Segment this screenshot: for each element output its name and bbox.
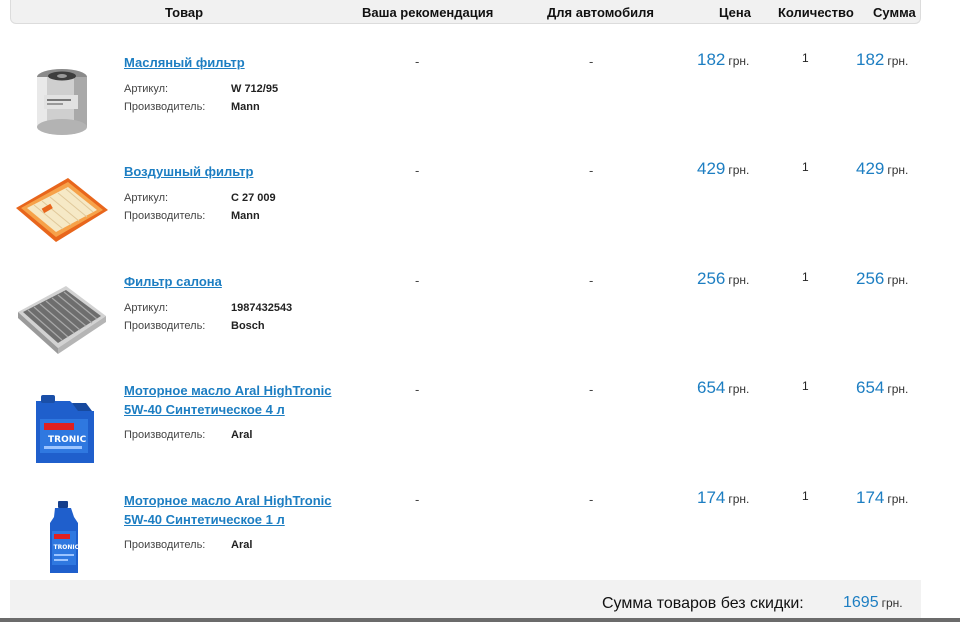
product-link[interactable]: Воздушный фильтр [124,162,354,181]
article-value: C 27 009 [231,192,276,204]
total-label: Сумма товаров без скидки: [602,595,804,612]
header-quantity: Количество [778,5,854,20]
recommendation-value: - [415,163,420,178]
sum-value: 182 [856,50,885,69]
recommendation-value: - [415,382,420,397]
manufacturer-label: Производитель: [124,320,206,332]
recommendation-value: - [415,273,420,288]
article-value: 1987432543 [231,302,293,314]
svg-text:TRONIC: TRONIC [54,544,80,551]
quantity-value: 1 [802,270,809,284]
article-label: Артикул: [124,192,169,204]
manufacturer-value: Mann [231,101,260,113]
currency: грн. [728,163,750,177]
currency: грн. [728,382,750,396]
recommendation-value: - [415,492,420,507]
svg-text:TRONIC: TRONIC [48,435,87,445]
price-value: 174 [697,488,726,507]
cabin-filter-icon [18,286,106,354]
price: 654 грн. [697,378,749,398]
currency: грн. [887,273,909,287]
header-for-car: Для автомобиля [547,5,654,20]
sum: 429 грн. [856,159,908,179]
header-sum: Сумма [873,5,916,20]
sum: 256 грн. [856,269,908,289]
currency: грн. [728,273,750,287]
article-label: Артикул: [124,83,169,95]
for-car-value: - [589,382,594,397]
price: 174 грн. [697,488,749,508]
recommendation-value: - [415,54,420,69]
for-car-value: - [589,492,594,507]
manufacturer-label: Производитель: [124,539,206,551]
sum-value: 174 [856,488,885,507]
air-filter-icon [16,178,108,242]
table-header: Товар Ваша рекомендация Для автомобиля Ц… [10,0,921,24]
product-link[interactable]: Моторное масло Aral HighTronic 5W-40 Син… [124,381,354,419]
currency: грн. [887,163,909,177]
article-label: Артикул: [124,302,169,314]
price: 429 грн. [697,159,749,179]
table-row: Воздушный фильтр Артикул: C 27 009 Произ… [0,159,960,271]
manufacturer-label: Производитель: [124,429,206,441]
product-link[interactable]: Масляный фильтр [124,53,354,72]
price-value: 654 [697,378,726,397]
quantity-value: 1 [802,379,809,393]
header-product: Товар [165,5,204,20]
article-value: W 712/95 [231,83,279,95]
total-value: 1695 [843,594,879,611]
sum-value: 429 [856,159,885,178]
price: 256 грн. [697,269,749,289]
price: 182 грн. [697,50,749,70]
currency: грн. [887,492,909,506]
table-row: Масляный фильтр Артикул: W 712/95 Произв… [0,50,960,162]
for-car-value: - [589,273,594,288]
oil-filter-icon [37,69,87,135]
price-value: 429 [697,159,726,178]
currency: грн. [728,492,750,506]
table-row: Фильтр салона Артикул: 1987432543 Произв… [0,269,960,381]
header-recommendation: Ваша рекомендация [362,5,494,20]
currency: грн. [881,596,903,610]
sum-value: 256 [856,269,885,288]
manufacturer-value: Aral [231,429,253,441]
sum: 182 грн. [856,50,908,70]
product-link[interactable]: Фильтр салона [124,272,354,291]
quantity-value: 1 [802,51,809,65]
product-link[interactable]: Моторное масло Aral HighTronic 5W-40 Син… [124,491,354,529]
total: 1695 грн. [843,594,903,612]
manufacturer-label: Производитель: [124,210,206,222]
divider [0,618,960,622]
sum: 654 грн. [856,378,908,398]
quantity-value: 1 [802,489,809,503]
price-value: 182 [697,50,726,69]
oil-canister-4l-icon: TRONIC [36,395,94,463]
for-car-value: - [589,163,594,178]
table-row: TRONIC Моторное масло Aral HighTronic 5W… [0,378,960,490]
manufacturer-value: Bosch [231,320,265,332]
oil-bottle-1l-icon: TRONIC [50,501,80,573]
price-value: 256 [697,269,726,288]
currency: грн. [728,54,750,68]
manufacturer-label: Производитель: [124,101,206,113]
sum-value: 654 [856,378,885,397]
header-price: Цена [719,5,751,20]
sum: 174 грн. [856,488,908,508]
totals-bar: Сумма товаров без скидки: 1695 грн. [10,580,921,622]
manufacturer-value: Aral [231,539,253,551]
quantity-value: 1 [802,160,809,174]
manufacturer-value: Mann [231,210,260,222]
currency: грн. [887,382,909,396]
for-car-value: - [589,54,594,69]
currency: грн. [887,54,909,68]
